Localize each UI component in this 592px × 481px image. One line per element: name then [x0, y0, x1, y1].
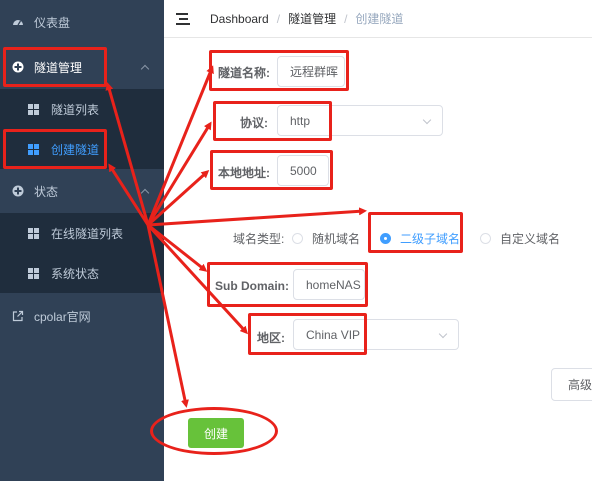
sidebar-item-label: 隧道管理 [34, 60, 83, 75]
sidebar-item-tunnel-management[interactable]: 隧道管理 [0, 47, 164, 87]
local-address-label: 本地地址: [218, 166, 270, 180]
advanced-button[interactable]: 高级 [551, 368, 592, 401]
protocol-label: 协议: [240, 116, 268, 130]
sidebar-item-label: 创建隧道 [51, 142, 100, 157]
sidebar-item-label: 系统状态 [51, 266, 100, 281]
breadcrumb-tunnel-management[interactable]: 隧道管理 [288, 10, 336, 27]
sidebar-item-system-status[interactable]: 系统状态 [0, 253, 164, 293]
arrow-to-subdomain-radio [147, 207, 367, 227]
domain-type-label: 域名类型: [233, 232, 285, 246]
sidebar-item-status[interactable]: 状态 [0, 171, 164, 211]
sidebar-item-label: cpolar官网 [34, 309, 91, 324]
radio-subdomain[interactable]: 二级子域名 [380, 230, 460, 247]
subdomain-label: Sub Domain: [215, 279, 289, 293]
plus-circle-icon [12, 61, 24, 73]
subdomain-input[interactable]: homeNAS [293, 269, 365, 300]
breadcrumb: Dashboard / 隧道管理 / 创建隧道 [210, 10, 404, 27]
tunnel-name-label: 隧道名称: [218, 66, 270, 80]
grid-icon [28, 103, 39, 115]
create-button[interactable]: 创建 [188, 418, 244, 448]
sidebar-item-online-tunnels[interactable]: 在线隧道列表 [0, 213, 164, 253]
sidebar-item-cpolar-site[interactable]: cpolar官网 [0, 296, 164, 336]
sidebar-item-dashboard[interactable]: 仪表盘 [0, 2, 164, 42]
sidebar-item-tunnel-list[interactable]: 隧道列表 [0, 89, 164, 129]
radio-dot [480, 233, 491, 244]
external-link-icon [12, 310, 24, 322]
protocol-select[interactable]: http [277, 105, 443, 136]
hamburger-icon[interactable] [176, 12, 192, 26]
tunnel-name-input[interactable]: 远程群晖 [277, 56, 345, 87]
grid-icon [28, 227, 39, 239]
sidebar-item-create-tunnel[interactable]: 创建隧道 [0, 129, 164, 169]
radio-dot [380, 233, 391, 244]
region-select[interactable]: China VIP [293, 319, 459, 350]
app-window: 仪表盘 隧道管理 隧道列表 创建隧道 状态 在线隧道列表 系统状态 cpolar… [0, 0, 592, 481]
breadcrumb-create-tunnel: 创建隧道 [355, 12, 404, 26]
top-header: Dashboard / 隧道管理 / 创建隧道 [164, 0, 592, 38]
sidebar-item-label: 状态 [34, 184, 59, 199]
chevron-up-icon [140, 188, 150, 198]
grid-icon [28, 143, 39, 155]
sidebar-item-label: 隧道列表 [51, 102, 100, 117]
sidebar: 仪表盘 隧道管理 隧道列表 创建隧道 状态 在线隧道列表 系统状态 cpolar… [0, 0, 164, 481]
chevron-down-icon [438, 329, 448, 339]
breadcrumb-dashboard[interactable]: Dashboard [210, 12, 269, 26]
grid-icon [28, 267, 39, 279]
sidebar-item-label: 仪表盘 [34, 15, 71, 30]
chevron-up-icon [140, 64, 150, 74]
radio-random-domain[interactable]: 随机域名 [292, 230, 360, 247]
dashboard-icon [12, 16, 24, 28]
radio-custom-domain[interactable]: 自定义域名 [480, 230, 560, 247]
sidebar-item-label: 在线隧道列表 [51, 226, 124, 241]
plus-circle-icon [12, 185, 24, 197]
region-label: 地区: [257, 331, 285, 345]
radio-dot [292, 233, 303, 244]
chevron-down-icon [422, 115, 432, 125]
local-address-input[interactable]: 5000 [277, 155, 329, 186]
